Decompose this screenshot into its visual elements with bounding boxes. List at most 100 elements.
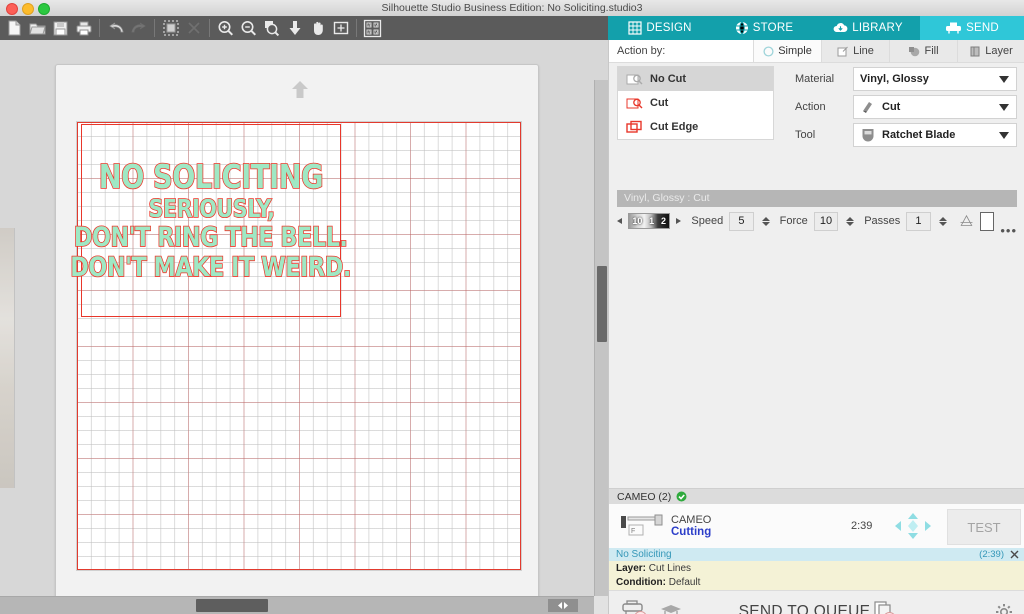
passes-label: Passes — [864, 215, 901, 227]
passes-stepper[interactable] — [938, 216, 947, 226]
nav-tab-send[interactable]: SEND — [920, 16, 1024, 40]
cut-edge-icon — [626, 120, 642, 133]
line-square-icon — [837, 46, 848, 56]
tab-simple[interactable]: Simple — [753, 40, 821, 62]
blade-increase-arrow-icon[interactable] — [676, 218, 682, 224]
nav-tab-store[interactable]: STORE — [712, 16, 816, 40]
artwork-line-1: NO SOLICITING — [98, 156, 324, 196]
blade-depth-slider[interactable]: 10 1 2 — [628, 213, 671, 229]
job-condition-value: Default — [668, 577, 701, 588]
fit-window-button[interactable] — [329, 17, 352, 39]
horizontal-scroll-thumb[interactable] — [196, 599, 268, 612]
cutting-mat[interactable]: NO SOLICITING SERIOUSLY, DON'T RING THE … — [70, 121, 522, 571]
print-button[interactable] — [72, 17, 95, 39]
design-page: NO SOLICITING SERIOUSLY, DON'T RING THE … — [55, 64, 539, 596]
blade-decrease-arrow-icon[interactable] — [617, 218, 622, 224]
cut-action-no-cut[interactable]: No Cut — [618, 67, 773, 91]
zoom-in-button[interactable] — [214, 17, 237, 39]
blade-tick-2: 1 — [649, 216, 655, 226]
field-action-label: Action — [795, 101, 826, 113]
directional-pad-icon[interactable] — [891, 511, 935, 541]
no-cut-icon — [626, 74, 643, 85]
job-condition-key: Condition: — [616, 577, 666, 588]
toolbar-divider — [154, 19, 155, 37]
toolbar-divider — [356, 19, 357, 37]
canvas-workspace[interactable]: NO SOLICITING SERIOUSLY, DON'T RING THE … — [0, 40, 608, 596]
artwork-bounding-box[interactable]: NO SOLICITING SERIOUSLY, DON'T RING THE … — [70, 124, 353, 317]
send-to-queue-label: SEND TO QUEUE — [738, 603, 871, 614]
toolbar-group-history — [104, 16, 150, 40]
tab-fill[interactable]: Fill — [889, 40, 957, 62]
zoom-out-button[interactable] — [237, 17, 260, 39]
select-all-button[interactable] — [159, 17, 182, 39]
redo-button[interactable] — [127, 17, 150, 39]
globe-icon — [735, 21, 748, 35]
tab-layer[interactable]: Layer — [957, 40, 1024, 62]
open-document-button[interactable] — [26, 17, 49, 39]
green-check-icon — [676, 491, 687, 502]
new-document-button[interactable] — [3, 17, 26, 39]
ratchet-blade-icon — [862, 129, 874, 142]
chevron-down-icon — [999, 104, 1009, 111]
more-options-icon[interactable]: ••• — [1000, 224, 1017, 237]
cut-action-cut[interactable]: Cut — [618, 91, 773, 115]
cut-action-cut-edge-label: Cut Edge — [650, 121, 699, 133]
speed-stepper[interactable] — [761, 216, 770, 226]
nav-tab-design-label: DESIGN — [646, 22, 692, 34]
tab-line[interactable]: Line — [821, 40, 889, 62]
device-header: CAMEO (2) — [609, 488, 1024, 504]
nav-tab-library[interactable]: LIBRARY — [816, 16, 920, 40]
action-by-label: Action by: — [617, 45, 666, 57]
cloud-icon — [833, 23, 848, 33]
force-label: Force — [779, 215, 808, 227]
job-header[interactable]: No Soliciting (2:39) — [609, 548, 1024, 561]
canvas-horizontal-scrollbar[interactable] — [0, 596, 594, 614]
artwork-line-3: DON'T RING THE BELL. — [74, 221, 349, 253]
registration-marks-button[interactable]: AVAV — [361, 17, 384, 39]
force-stepper[interactable] — [846, 216, 855, 226]
device-name: CAMEO — [671, 514, 712, 526]
job-layer-key: Layer: — [616, 563, 647, 574]
speed-input[interactable]: 5 — [729, 211, 754, 231]
deselect-button[interactable] — [182, 17, 205, 39]
job-time: (2:39) — [979, 549, 1004, 560]
window-title: Silhouette Studio Business Edition: No S… — [381, 2, 643, 14]
fit-to-page-button[interactable] — [283, 17, 306, 39]
send-copy-icon: 1 — [873, 601, 897, 614]
canvas-vertical-scrollbar[interactable] — [594, 80, 608, 596]
device-row[interactable]: F CAMEO Cutting 2:39 TEST — [609, 504, 1024, 548]
vertical-scroll-thumb[interactable] — [597, 266, 607, 342]
tool-dropdown[interactable]: Ratchet Blade — [853, 123, 1017, 147]
app-window: Silhouette Studio Business Edition: No S… — [0, 0, 1024, 614]
cut-action-cut-label: Cut — [650, 97, 669, 109]
speed-label: Speed — [691, 215, 724, 227]
force-input[interactable]: 10 — [813, 211, 839, 231]
zoom-selection-button[interactable] — [260, 17, 283, 39]
save-document-button[interactable] — [49, 17, 72, 39]
pan-button[interactable] — [306, 17, 329, 39]
action-dropdown[interactable]: Cut — [853, 95, 1017, 119]
cut-action-no-cut-label: No Cut — [650, 73, 687, 85]
tool-value: Ratchet Blade — [882, 129, 956, 141]
send-to-queue-button[interactable]: SEND TO QUEUE 1 — [609, 591, 1024, 614]
cut-action-cut-edge[interactable]: Cut Edge — [618, 115, 773, 139]
cone-tool-icon[interactable] — [959, 212, 974, 230]
tab-fill-label: Fill — [924, 45, 939, 57]
device-time: 2:39 — [851, 520, 873, 532]
job-details: Layer: Cut Lines Condition: Default — [609, 561, 1024, 590]
settings-gear-icon[interactable] — [995, 603, 1013, 614]
field-action-row: Action Cut — [795, 94, 1017, 120]
horizontal-scroll-buttons[interactable] — [548, 599, 578, 612]
toolbar-divider — [99, 19, 100, 37]
square-outline-icon[interactable] — [979, 211, 995, 231]
material-dropdown[interactable]: Vinyl, Glossy — [853, 67, 1017, 91]
title-bar: Silhouette Studio Business Edition: No S… — [0, 0, 1024, 17]
nav-tab-design[interactable]: DESIGN — [608, 16, 712, 40]
svg-text:A: A — [368, 22, 371, 27]
x-close-icon[interactable] — [1010, 550, 1019, 559]
left-image-strip — [0, 228, 15, 488]
field-material-row: Material Vinyl, Glossy — [795, 66, 1017, 92]
test-button[interactable]: TEST — [947, 509, 1021, 545]
passes-input[interactable]: 1 — [906, 211, 931, 231]
undo-button[interactable] — [104, 17, 127, 39]
